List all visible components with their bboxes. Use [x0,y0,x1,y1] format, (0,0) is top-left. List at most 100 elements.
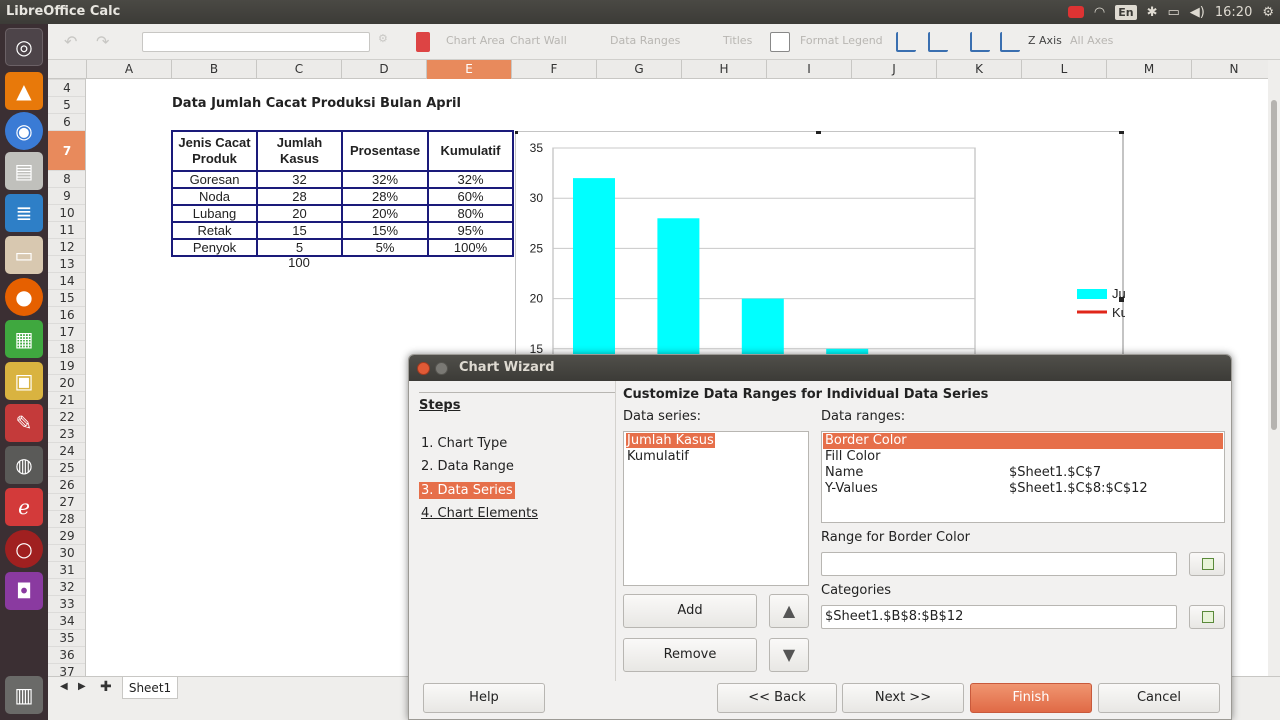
row-header[interactable]: 31 [48,561,85,578]
row-header[interactable]: 29 [48,527,85,544]
table-cell[interactable]: 60% [427,187,514,206]
row-header[interactable]: 34 [48,612,85,629]
help-button[interactable]: Help [423,683,545,713]
row-header[interactable]: 10 [48,204,85,221]
row-header[interactable]: 27 [48,493,85,510]
column-header-d[interactable]: D [341,60,426,79]
scrollbar-thumb[interactable] [1271,100,1277,430]
column-header-a[interactable]: A [86,60,171,79]
row-header[interactable]: 33 [48,595,85,612]
format-selection-icon[interactable]: ⚙ [378,32,398,52]
range-role[interactable]: Fill Color [824,449,881,464]
column-header-l[interactable]: L [1021,60,1106,79]
column-header-f[interactable]: F [511,60,596,79]
range-input[interactable] [821,552,1177,576]
row-header[interactable]: 24 [48,442,85,459]
battery-icon[interactable]: ▭ [1168,5,1180,20]
bluetooth-icon[interactable]: ✱ [1147,5,1158,20]
camera-icon[interactable]: ◍ [5,446,43,484]
row-header[interactable]: 22 [48,408,85,425]
files-icon[interactable]: ▤ [5,152,43,190]
format-legend-label[interactable]: Format Legend [800,34,883,47]
row-header[interactable]: 35 [48,629,85,646]
impress-icon[interactable]: ▭ [5,236,43,274]
row-header[interactable]: 5 [48,96,85,113]
select-range-button[interactable] [1189,552,1225,576]
row-header[interactable]: 6 [48,113,85,130]
table-cell[interactable]: 32 [256,170,343,189]
move-up-button[interactable]: ▲ [769,594,809,628]
select-categories-button[interactable] [1189,605,1225,629]
row-header[interactable]: 21 [48,391,85,408]
x-axis-icon[interactable] [970,32,990,52]
table-cell[interactable]: Lubang [171,204,258,223]
column-header-e[interactable]: E [426,60,511,79]
record-icon[interactable] [1067,6,1084,18]
table-cell[interactable]: Goresan [171,170,258,189]
selection-handle[interactable] [515,131,518,134]
finish-button[interactable]: Finish [970,683,1092,713]
categories-input[interactable]: $Sheet1.$B$8:$B$12 [821,605,1177,629]
row-header[interactable]: 30 [48,544,85,561]
redo-icon[interactable]: ↷ [96,32,116,52]
range-role[interactable]: Y-Values [824,481,879,496]
table-cell[interactable]: Noda [171,187,258,206]
vertical-grid-icon[interactable] [928,32,948,52]
column-header-j[interactable]: J [851,60,936,79]
step-chart-elements[interactable]: 4. Chart Elements [419,505,540,522]
media-icon[interactable]: ◘ [5,572,43,610]
row-header[interactable]: 14 [48,272,85,289]
trash-icon[interactable]: ▥ [5,676,43,714]
close-icon[interactable] [417,362,430,375]
column-header-i[interactable]: I [766,60,851,79]
table-cell[interactable]: Retak [171,221,258,240]
total-cell[interactable]: 100 [257,255,341,270]
presentation-icon[interactable]: ℯ [5,488,43,526]
volume-icon[interactable]: ◀) [1190,5,1205,20]
row-header[interactable]: 25 [48,459,85,476]
chart-element-select[interactable] [142,32,370,52]
row-header[interactable]: 13 [48,255,85,272]
row-header[interactable]: 32 [48,578,85,595]
firefox-icon[interactable]: ● [5,278,43,316]
row-header[interactable]: 23 [48,425,85,442]
settings-gear-icon[interactable]: ⚙ [1262,5,1274,20]
row-header[interactable]: 18 [48,340,85,357]
selection-handle[interactable] [1119,131,1124,134]
data-ranges-list[interactable]: Border Color Fill Color Name $Sheet1.$C$… [821,431,1225,523]
wifi-icon[interactable]: ◠ [1094,5,1105,20]
calc-icon[interactable]: ▦ [5,320,43,358]
sheet-title-cell[interactable]: Data Jumlah Cacat Produksi Bulan April [172,96,461,111]
row-header[interactable]: 11 [48,221,85,238]
row-header[interactable]: 26 [48,476,85,493]
move-down-button[interactable]: ▼ [769,638,809,672]
add-button[interactable]: Add [623,594,757,628]
column-header-h[interactable]: H [681,60,766,79]
row-header[interactable]: 8 [48,170,85,187]
chart-type-icon[interactable] [416,32,430,52]
remove-button[interactable]: Remove [623,638,757,672]
table-cell[interactable]: 95% [427,221,514,240]
step-data-range[interactable]: 2. Data Range [419,458,516,475]
column-header-k[interactable]: K [936,60,1021,79]
table-cell[interactable]: 15% [341,221,429,240]
range-role[interactable]: Name [824,465,864,480]
column-header-m[interactable]: M [1106,60,1191,79]
minimize-icon[interactable] [435,362,448,375]
first-sheet-arrow-icon[interactable]: ◀ [60,681,68,692]
row-header[interactable]: 36 [48,646,85,663]
legend-icon[interactable] [770,32,790,52]
table-cell[interactable]: 28 [256,187,343,206]
y-axis-icon[interactable] [1000,32,1020,52]
header-cell[interactable]: Jenis Cacat Produk [171,130,258,172]
writer-icon[interactable]: ≣ [5,194,43,232]
range-value[interactable]: $Sheet1.$C$7 [1008,465,1102,480]
all-axes-label[interactable]: All Axes [1070,34,1113,47]
column-header-g[interactable]: G [596,60,681,79]
table-cell[interactable]: 32% [427,170,514,189]
data-ranges-label[interactable]: Data Ranges [610,34,680,47]
titles-label[interactable]: Titles [723,34,752,47]
header-cell[interactable]: Jumlah Kasus [256,130,343,172]
row-header[interactable]: 17 [48,323,85,340]
range-role[interactable]: Border Color [824,433,908,448]
